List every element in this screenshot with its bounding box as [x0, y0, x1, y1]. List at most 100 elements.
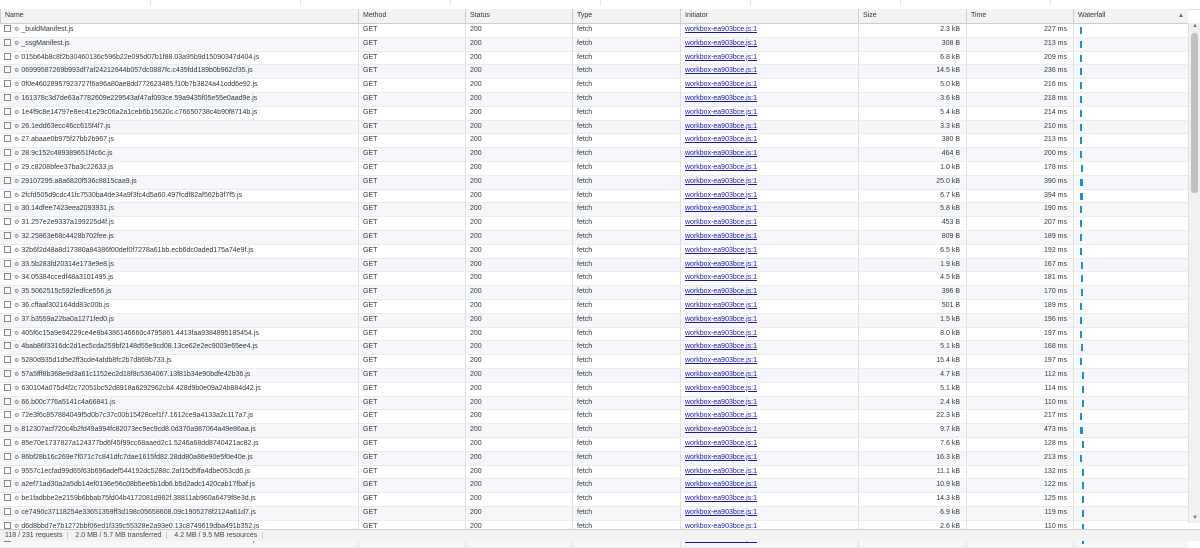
- initiator-link[interactable]: workbox-ea903bce.js:1: [685, 481, 757, 488]
- initiator-link[interactable]: workbox-ea903bce.js:1: [685, 261, 757, 268]
- row-checkbox[interactable]: [4, 466, 11, 474]
- initiator-link[interactable]: workbox-ea903bce.js:1: [685, 385, 757, 392]
- request-waterfall[interactable]: [1073, 299, 1188, 313]
- request-name-cell[interactable]: ⚙ 36.cffaaf302164dd83c00b.js: [0, 300, 358, 313]
- request-waterfall[interactable]: [1073, 327, 1188, 341]
- initiator-link[interactable]: workbox-ea903bce.js:1: [685, 136, 757, 143]
- column-header-name[interactable]: Name: [0, 9, 358, 23]
- initiator-link[interactable]: workbox-ea903bce.js:1: [685, 426, 757, 433]
- column-header-type[interactable]: Type: [572, 9, 680, 23]
- row-checkbox[interactable]: [4, 245, 11, 253]
- request-name-cell[interactable]: ⚙ a2ef71ad30a2a5db14ef0136e56c08b5ee5b1db…: [0, 479, 358, 492]
- request-waterfall[interactable]: [1073, 437, 1188, 451]
- table-row[interactable]: ⚙ 06999587269b993df7af24212644b057dc0887f…: [0, 65, 1188, 80]
- request-name-cell[interactable]: ⚙ 812307acf720c4b2fd49a994fc82073ec9ec9cd…: [0, 424, 358, 437]
- row-checkbox[interactable]: [4, 287, 11, 295]
- table-row[interactable]: ⚙ 630104a075d4f2c72051bc52d8918a6292962cb…: [0, 382, 1188, 397]
- request-waterfall[interactable]: [1073, 244, 1188, 258]
- scroll-down-icon[interactable]: ▼: [1192, 515, 1198, 521]
- request-name-cell[interactable]: ⚙ 2fcfd505d9cdc41fc7530ba4de34a9f3fc4d5a6…: [0, 190, 358, 203]
- scrollbar-thumb[interactable]: [1191, 33, 1198, 193]
- request-waterfall[interactable]: [1073, 106, 1188, 120]
- row-checkbox[interactable]: [4, 383, 11, 391]
- row-checkbox[interactable]: [4, 411, 11, 419]
- table-row[interactable]: ⚙ 405f6c15a9e94229ce4e8b4386146660c479586…: [0, 327, 1188, 342]
- request-waterfall[interactable]: [1073, 506, 1188, 520]
- table-row[interactable]: ⚙ 30.14dfee7423eea2093931.js GET 200 fetch wo…: [0, 203, 1188, 218]
- row-checkbox[interactable]: [4, 231, 11, 239]
- column-header-size[interactable]: Size: [858, 9, 966, 23]
- row-checkbox[interactable]: [4, 356, 11, 364]
- request-waterfall[interactable]: [1073, 258, 1188, 272]
- table-row[interactable]: ⚙ 161378c3d7de63a7782609e229543af47af093c…: [0, 92, 1188, 107]
- row-checkbox[interactable]: [4, 204, 11, 212]
- request-name-cell[interactable]: ⚙ ce7490c37118254e33651359ff3d198c0565860…: [0, 507, 358, 520]
- request-name-cell[interactable]: ⚙ 37.b3559a22ba0a1271fed0.js: [0, 314, 358, 327]
- initiator-link[interactable]: workbox-ea903bce.js:1: [685, 399, 757, 406]
- row-checkbox[interactable]: [4, 93, 11, 101]
- row-checkbox[interactable]: [4, 314, 11, 322]
- request-waterfall[interactable]: [1073, 203, 1188, 217]
- request-waterfall[interactable]: [1073, 451, 1188, 465]
- table-row[interactable]: ⚙ 29107295.a8a6820f536c8815caa9.js GET 200 f…: [0, 175, 1188, 190]
- table-row[interactable]: ⚙ 28.9c152c489389651f4c6c.js GET 200 fetch wo…: [0, 148, 1188, 162]
- request-name-cell[interactable]: ⚙ 33.5b283fd20314e173e9e8.js: [0, 259, 358, 272]
- scroll-up-icon[interactable]: ▲: [1192, 23, 1198, 29]
- table-row[interactable]: ⚙ 2fcfd505d9cdc41fc7530ba4de34a9f3fc4d5a6…: [0, 189, 1188, 204]
- request-name-cell[interactable]: ⚙ _buildManifest.js: [0, 24, 358, 37]
- initiator-link[interactable]: workbox-ea903bce.js:1: [685, 233, 757, 240]
- row-checkbox[interactable]: [4, 452, 11, 460]
- table-row[interactable]: ⚙ 4bab86f3316dc2d1ec5cda259bf2148d55e9cd0…: [0, 341, 1188, 356]
- request-waterfall[interactable]: [1073, 286, 1188, 299]
- row-checkbox[interactable]: [4, 480, 11, 488]
- request-waterfall[interactable]: [1073, 355, 1188, 368]
- row-checkbox[interactable]: [4, 80, 11, 88]
- request-name-cell[interactable]: ⚙ 27.abaae0b975f27bb2b967.js: [0, 134, 358, 147]
- row-checkbox[interactable]: [4, 190, 11, 198]
- table-row[interactable]: ⚙ 72e3f6c857884049f5d0b7c37c00b15428cef1f…: [0, 410, 1188, 425]
- row-checkbox[interactable]: [4, 300, 11, 308]
- request-waterfall[interactable]: [1073, 382, 1188, 396]
- initiator-link[interactable]: workbox-ea903bce.js:1: [685, 67, 757, 74]
- request-name-cell[interactable]: ⚙ 32b6f2d48a8d17380a84386f00def0f7278a61b…: [0, 245, 358, 258]
- column-header-waterfall[interactable]: Waterfall ▲: [1073, 9, 1188, 23]
- request-waterfall[interactable]: [1073, 37, 1188, 51]
- initiator-link[interactable]: workbox-ea903bce.js:1: [685, 371, 757, 378]
- row-checkbox[interactable]: [4, 162, 11, 170]
- request-waterfall[interactable]: [1073, 341, 1188, 355]
- row-checkbox[interactable]: [4, 507, 11, 515]
- request-waterfall[interactable]: [1073, 410, 1188, 424]
- request-waterfall[interactable]: [1073, 79, 1188, 92]
- initiator-link[interactable]: workbox-ea903bce.js:1: [685, 247, 757, 254]
- request-waterfall[interactable]: [1073, 148, 1188, 161]
- request-name-cell[interactable]: ⚙ 29.c8208bfee37ba3c22633.js: [0, 162, 358, 175]
- request-name-cell[interactable]: ⚙ 06999587269b993df7af24212644b057dc0887f…: [0, 65, 358, 78]
- request-waterfall[interactable]: [1073, 51, 1188, 65]
- initiator-link[interactable]: workbox-ea903bce.js:1: [685, 288, 757, 295]
- initiator-link[interactable]: workbox-ea903bce.js:1: [685, 164, 757, 171]
- initiator-link[interactable]: workbox-ea903bce.js:1: [685, 468, 757, 475]
- column-header-method[interactable]: Method: [358, 9, 465, 23]
- request-waterfall[interactable]: [1073, 161, 1188, 175]
- row-checkbox[interactable]: [4, 369, 11, 377]
- column-header-initiator[interactable]: Initiator: [680, 9, 858, 23]
- request-name-cell[interactable]: ⚙ be1fadbbe2e2159b6bbab75fd04b4172081d982…: [0, 493, 358, 506]
- initiator-link[interactable]: workbox-ea903bce.js:1: [685, 26, 757, 33]
- row-checkbox[interactable]: [4, 273, 11, 281]
- row-checkbox[interactable]: [4, 521, 11, 529]
- initiator-link[interactable]: workbox-ea903bce.js:1: [685, 219, 757, 226]
- request-name-cell[interactable]: ⚙ 161378c3d7de63a7782609e229543af47af093c…: [0, 93, 358, 106]
- table-row[interactable]: ⚙ 1e4f9c8e14797e8ec41e29c06a2a1ceb6b15620…: [0, 106, 1188, 121]
- initiator-link[interactable]: workbox-ea903bce.js:1: [685, 330, 757, 337]
- request-waterfall[interactable]: [1073, 65, 1188, 79]
- table-row[interactable]: ⚙ 32.25863e68c4428b702fee.js GET 200 fetch wo…: [0, 230, 1188, 245]
- initiator-link[interactable]: workbox-ea903bce.js:1: [685, 454, 757, 461]
- request-name-cell[interactable]: ⚙ 34.05384ccedf48a3101495.js: [0, 272, 358, 285]
- initiator-link[interactable]: workbox-ea903bce.js:1: [685, 150, 757, 157]
- request-waterfall[interactable]: [1073, 230, 1188, 244]
- row-checkbox[interactable]: [4, 38, 11, 46]
- table-row[interactable]: ⚙ 86bf28b16c269e7f071c7c841dfc7dae1615fd8…: [0, 451, 1188, 466]
- request-name-cell[interactable]: ⚙ 72e3f6c857884049f5d0b7c37c00b15428cef1f…: [0, 410, 358, 423]
- request-name-cell[interactable]: ⚙ 630104a075d4f2c72051bc52d8918a6292962cb…: [0, 383, 358, 396]
- request-name-cell[interactable]: ⚙ 32.25863e68c4428b702fee.js: [0, 231, 358, 244]
